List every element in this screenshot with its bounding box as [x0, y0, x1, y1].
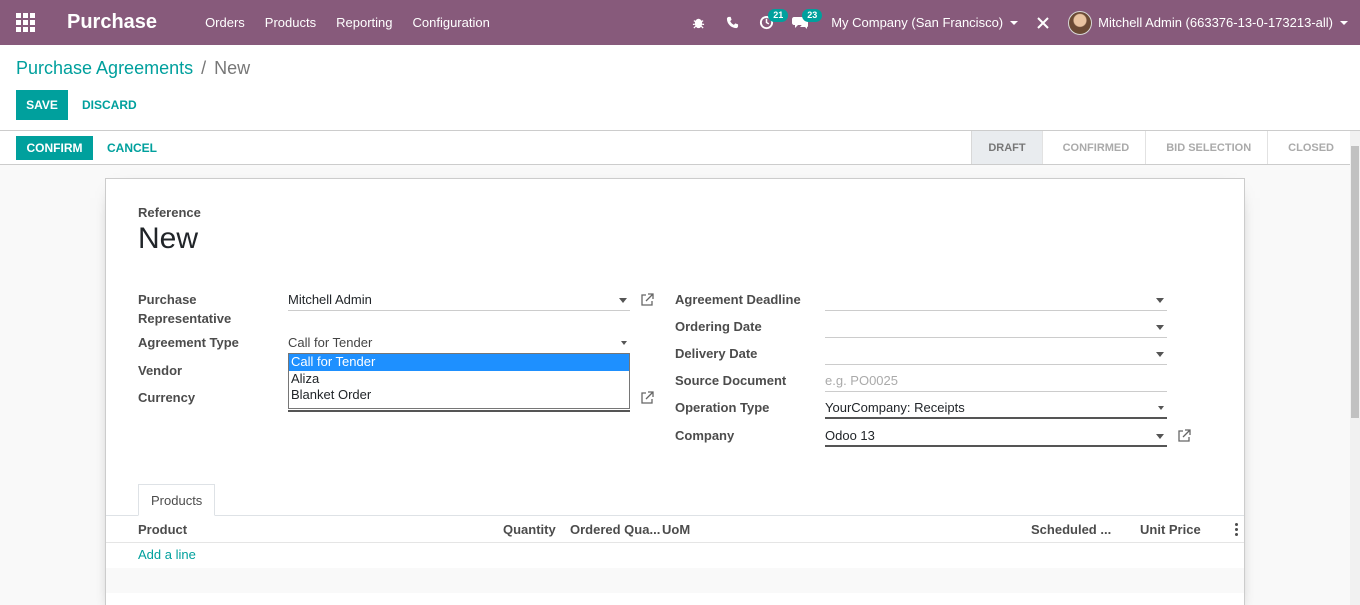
control-panel: Purchase Agreements / New Save Discard: [0, 45, 1360, 131]
purchase-representative-field[interactable]: Mitchell Admin: [288, 289, 630, 311]
external-link-icon[interactable]: [640, 391, 654, 405]
column-unit-price[interactable]: Unit Price: [1140, 522, 1201, 537]
tab-products[interactable]: Products: [138, 484, 216, 516]
source-document-input[interactable]: e.g. PO0025: [825, 370, 1167, 392]
column-scheduled-date[interactable]: Scheduled ...: [1031, 522, 1111, 537]
source-document-label: Source Document: [675, 373, 787, 388]
bug-icon[interactable]: [681, 0, 715, 45]
menu-products[interactable]: Products: [265, 15, 316, 30]
confirm-button[interactable]: Confirm: [16, 136, 93, 160]
column-quantity[interactable]: Quantity: [503, 522, 556, 537]
agreement-deadline-label: Agreement Deadline: [675, 292, 801, 307]
page-scrollbar[interactable]: [1350, 131, 1360, 605]
discard-button[interactable]: Discard: [76, 90, 143, 120]
activity-clock-icon[interactable]: 21: [749, 0, 789, 45]
agreement-deadline-field[interactable]: [825, 289, 1167, 311]
user-menu[interactable]: Mitchell Admin (663376-13-0-173213-all): [1068, 10, 1348, 35]
agreement-type-select[interactable]: Call for Tender: [288, 332, 630, 354]
reference-label: Reference: [138, 205, 201, 220]
chevron-down-icon: [1010, 20, 1019, 25]
option-aliza[interactable]: Aliza: [289, 371, 629, 388]
chevron-down-icon: [1156, 434, 1164, 439]
form-statusbar: Confirm Cancel Draft Confirmed Bid Selec…: [0, 131, 1350, 165]
delivery-date-label: Delivery Date: [675, 346, 758, 361]
app-name: Purchase: [67, 11, 158, 33]
optional-columns-icon[interactable]: [1235, 523, 1238, 536]
cancel-button[interactable]: Cancel: [101, 136, 163, 160]
agreement-type-dropdown: Call for Tender Aliza Blanket Order: [288, 353, 630, 409]
chevron-down-icon: [621, 341, 627, 345]
table-row: [106, 543, 1244, 568]
stage-confirmed[interactable]: Confirmed: [1041, 131, 1146, 164]
stage-draft[interactable]: Draft: [971, 131, 1042, 164]
option-blanket-order[interactable]: Blanket Order: [289, 387, 629, 404]
purchase-representative-value: Mitchell Admin: [288, 292, 372, 307]
column-product[interactable]: Product: [138, 522, 187, 537]
operation-type-select[interactable]: YourCompany: Receipts: [825, 397, 1167, 419]
reference-value: New: [138, 222, 199, 255]
status-stages: Draft Confirmed Bid Selection Closed: [971, 131, 1350, 164]
delivery-date-field[interactable]: [825, 343, 1167, 365]
save-button[interactable]: Save: [16, 90, 68, 120]
chevron-down-icon: [1156, 298, 1164, 303]
source-document-placeholder: e.g. PO0025: [825, 373, 898, 388]
apps-menu-icon[interactable]: [0, 0, 50, 45]
breadcrumb: Purchase Agreements / New: [16, 58, 250, 79]
ordering-date-label: Ordering Date: [675, 319, 762, 334]
chevron-down-icon: [1156, 352, 1164, 357]
company-name: My Company (San Francisco): [831, 15, 1004, 30]
operation-type-label: Operation Type: [675, 400, 770, 415]
option-call-for-tender[interactable]: Call for Tender: [289, 354, 629, 371]
company-switcher[interactable]: My Company (San Francisco): [831, 15, 1019, 30]
breadcrumb-current: New: [214, 58, 251, 78]
company-label: Company: [675, 428, 735, 443]
currency-label: Currency: [138, 390, 196, 405]
breadcrumb-purchase-agreements[interactable]: Purchase Agreements: [16, 58, 193, 79]
column-ordered-quantity[interactable]: Ordered Qua...: [570, 522, 660, 537]
form-sheet: Reference New Purchase Representative Mi…: [105, 178, 1245, 605]
company-field[interactable]: Odoo 13: [825, 425, 1167, 447]
external-link-icon[interactable]: [640, 293, 654, 307]
chevron-down-icon: [1156, 325, 1164, 330]
menu-configuration[interactable]: Configuration: [412, 15, 489, 30]
top-navbar: Purchase Orders Products Reporting Confi…: [0, 0, 1360, 45]
stage-closed[interactable]: Closed: [1267, 131, 1350, 164]
chevron-down-icon: [619, 298, 627, 303]
chevron-down-icon: [1158, 406, 1164, 410]
ordering-date-field[interactable]: [825, 316, 1167, 338]
operation-type-value: YourCompany: Receipts: [825, 399, 965, 415]
stage-bid-selection[interactable]: Bid Selection: [1145, 131, 1267, 164]
notebook-tabs: Products: [106, 484, 1244, 516]
purchase-representative-label: Purchase Representative: [138, 292, 232, 326]
table-row: [106, 568, 1244, 593]
company-value: Odoo 13: [825, 427, 875, 443]
agreement-type-value: Call for Tender: [288, 335, 373, 350]
menu-reporting[interactable]: Reporting: [336, 15, 392, 30]
user-name: Mitchell Admin (663376-13-0-173213-all): [1098, 15, 1333, 30]
debug-tools-icon[interactable]: [1032, 0, 1054, 45]
message-count-badge: 23: [802, 9, 823, 22]
vendor-label: Vendor: [138, 363, 183, 378]
agreement-type-label: Agreement Type: [138, 335, 239, 350]
chevron-down-icon: [1340, 20, 1348, 25]
breadcrumb-separator: /: [201, 58, 207, 78]
menu-orders[interactable]: Orders: [205, 15, 245, 30]
phone-icon[interactable]: [715, 0, 749, 45]
add-a-line-link[interactable]: Add a line: [138, 547, 196, 562]
messages-icon[interactable]: 23: [783, 0, 823, 45]
scrollbar-thumb[interactable]: [1351, 146, 1359, 418]
column-uom[interactable]: UoM: [662, 522, 690, 537]
lines-table-header: Product Quantity Ordered Qua... UoM Sche…: [106, 516, 1244, 543]
external-link-icon[interactable]: [1177, 429, 1191, 443]
avatar: [1068, 10, 1093, 35]
